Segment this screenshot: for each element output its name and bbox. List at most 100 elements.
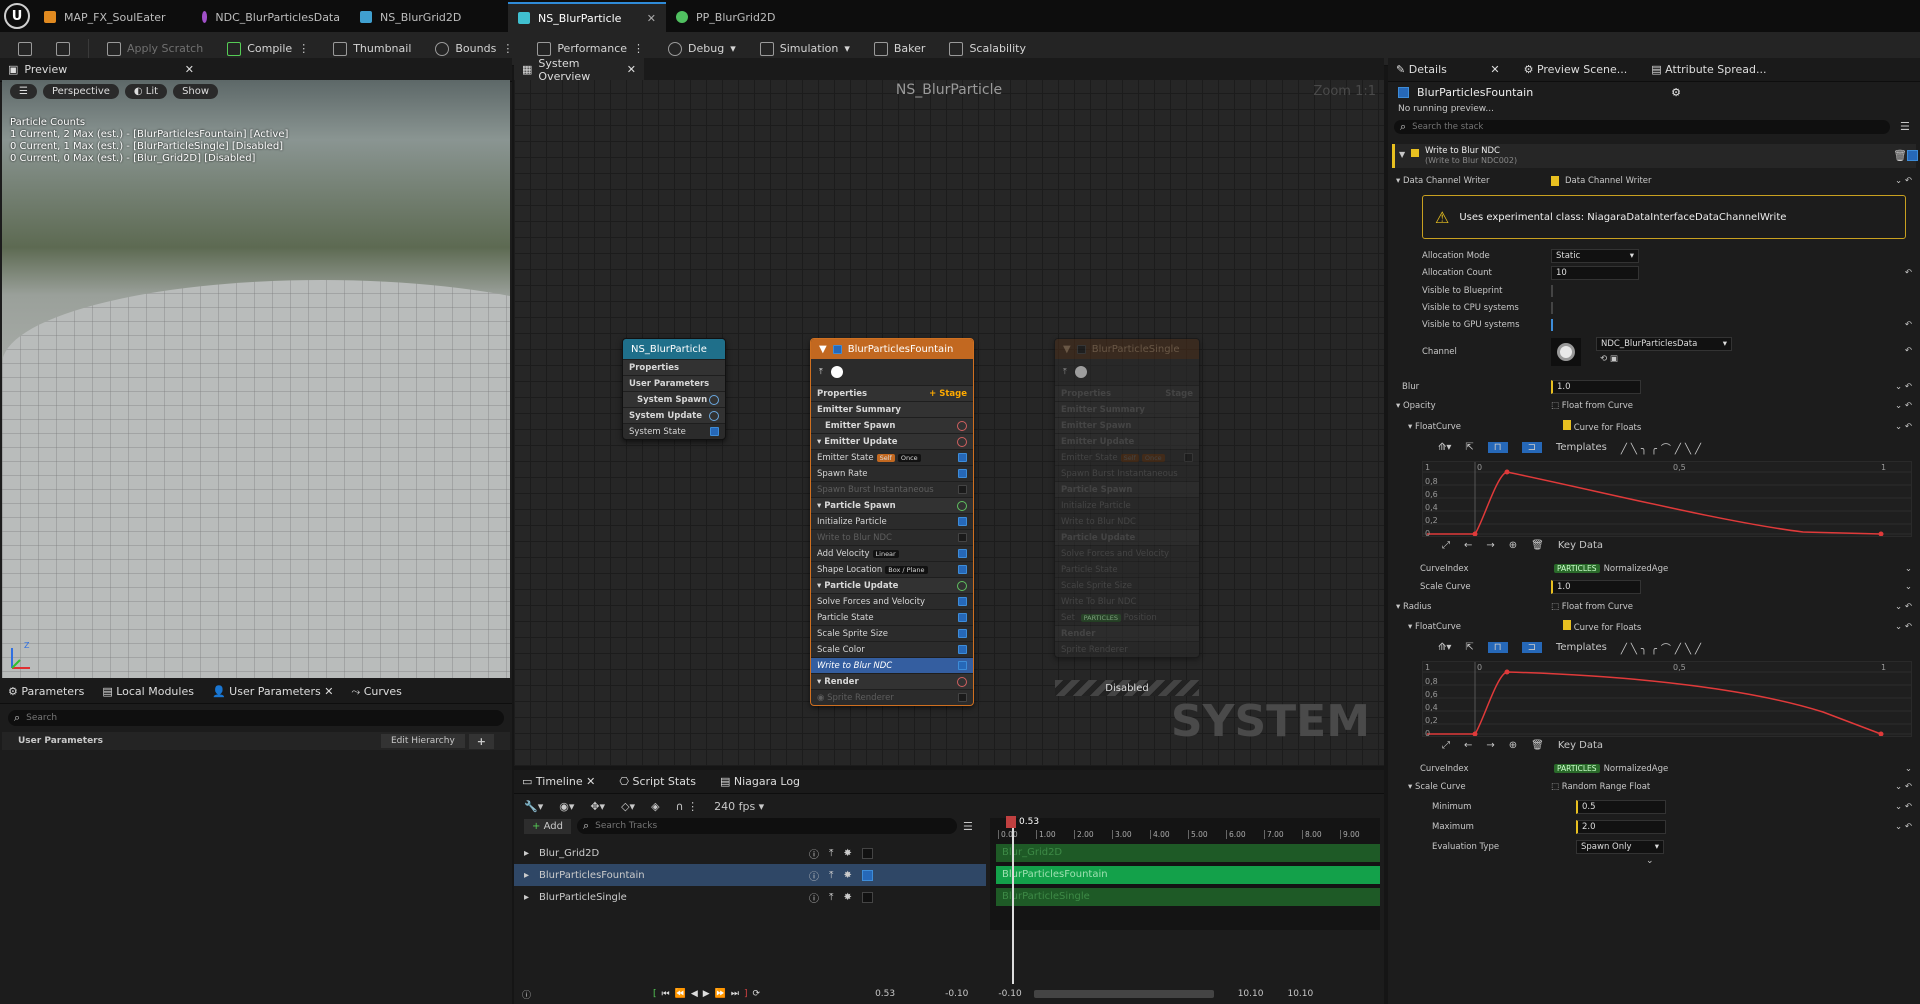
tab-ns-grid[interactable]: NS_BlurGrid2D [350, 2, 508, 32]
isolate-icon[interactable]: ✸ [843, 848, 851, 859]
info-icon[interactable]: ⓘ [809, 846, 819, 861]
track-bar[interactable]: BlurParticleSingle [996, 888, 1380, 906]
preview-viewport[interactable]: ☰ Perspective ◐ Lit Show Particle Counts… [2, 80, 510, 678]
filter-icon[interactable]: ☰ [963, 820, 973, 833]
tab-details[interactable]: ✎ Details ✕ [1396, 63, 1500, 76]
maximum-input[interactable]: 2.0 [1576, 819, 1666, 834]
opacity-row[interactable]: ▾ Opacity ⬚ Float from Curve ⌄ ↶ [1388, 397, 1920, 414]
add-module-icon[interactable] [957, 580, 967, 591]
tab-niagara-log[interactable]: ▤ Niagara Log [720, 775, 800, 788]
expand-icon[interactable]: ▸ [524, 848, 529, 859]
single-particle-update-row[interactable]: Particle Update [1055, 529, 1199, 545]
system-update-row[interactable]: System Update [623, 407, 725, 423]
add-key-icon[interactable]: ⊕ [1509, 740, 1517, 751]
tab-preview-scene[interactable]: ⚙ Preview Scene... [1524, 63, 1628, 76]
magnet-icon[interactable]: ∩ ⋮ [676, 800, 699, 813]
tab-user-parameters[interactable]: 👤 User Parameters ✕ [212, 685, 333, 698]
sprite-renderer-row[interactable]: ◉ Sprite Renderer [811, 689, 973, 705]
stack-search-input[interactable] [1412, 122, 1853, 132]
channel-thumbnail[interactable] [1551, 338, 1581, 366]
module-enabled-checkbox[interactable] [1907, 150, 1918, 161]
track-row[interactable]: ▸ Blur_Grid2D ⓘ ⤒ ✸ [514, 842, 986, 864]
expand-icon[interactable]: ⤢ [1442, 740, 1450, 751]
particle-update-row[interactable]: ▾ Particle Update [811, 577, 973, 593]
tab-local-modules[interactable]: ▤ Local Modules [102, 685, 194, 698]
initialize-particle-row[interactable]: Initialize Particle [811, 513, 973, 529]
tab-timeline[interactable]: ▭ Timeline ✕ [522, 775, 595, 788]
open-curve-icon[interactable]: ⇱ [1465, 442, 1473, 453]
tab-map[interactable]: MAP_FX_SoulEater [34, 2, 192, 32]
emitter-enabled-checkbox[interactable] [1076, 344, 1086, 354]
info-icon[interactable]: ⓘ [522, 988, 531, 1001]
range-end-view[interactable]: 10.10 [1238, 989, 1264, 999]
info-icon[interactable]: ⓘ [809, 890, 819, 905]
single-emitter-summary-row[interactable]: Emitter Summary [1055, 401, 1199, 417]
spawn-rate-row[interactable]: Spawn Rate [811, 465, 973, 481]
emitter-enabled-checkbox[interactable] [1398, 87, 1409, 98]
chevron-down-icon[interactable]: ⌄ [1646, 856, 1654, 866]
single-emitter-spawn-row[interactable]: Emitter Spawn [1055, 417, 1199, 433]
gear-icon[interactable]: ⚙ [1671, 86, 1681, 99]
single-particle-spawn-row[interactable]: Particle Spawn [1055, 481, 1199, 497]
close-tab-icon[interactable]: ✕ [647, 12, 656, 25]
collapse-icon[interactable]: ▼ [1399, 150, 1405, 159]
single-set-position-row[interactable]: Set PARTICLES Position [1055, 609, 1199, 625]
system-node[interactable]: NS_BlurParticle Properties User Paramete… [622, 338, 726, 440]
open-curve-icon[interactable]: ⇱ [1465, 642, 1473, 653]
arrow-right-icon[interactable]: → [1486, 740, 1494, 751]
visible-cpu-checkbox[interactable] [1551, 301, 1553, 314]
add-key-icon[interactable]: ⊕ [1509, 540, 1517, 551]
arrow-left-icon[interactable]: ← [1464, 740, 1472, 751]
allocation-mode-select[interactable]: Static ▾ [1551, 248, 1639, 263]
system-spawn-row[interactable]: System Spawn [623, 391, 725, 407]
close-icon[interactable]: ✕ [185, 63, 194, 76]
range-start[interactable]: -0.10 [945, 989, 968, 999]
particle-state-row[interactable]: Particle State [811, 609, 973, 625]
system-user-params-row[interactable]: User Parameters [623, 375, 725, 391]
single-sprite-renderer-row[interactable]: Sprite Renderer [1055, 641, 1199, 657]
reset-icon[interactable]: ↶ [1905, 346, 1912, 356]
expand-icon[interactable]: ▸ [524, 870, 529, 881]
blur-input[interactable]: 1.0 [1551, 379, 1641, 394]
track-search-input[interactable] [595, 821, 926, 831]
arrow-right-icon[interactable]: → [1486, 540, 1494, 551]
expand-icon[interactable]: ▸ [524, 892, 529, 903]
emitter-enabled-checkbox[interactable] [832, 344, 842, 354]
add-velocity-row[interactable]: Add Velocity Linear [811, 545, 973, 561]
minimum-input[interactable]: 0.5 [1576, 799, 1666, 814]
single-render-row[interactable]: Render [1055, 625, 1199, 641]
system-overview-graph[interactable]: NS_BlurParticle Zoom 1:1 SYSTEM NS_BlurP… [514, 80, 1384, 766]
pin-icon[interactable]: ⤒ [829, 892, 833, 903]
track-enabled-checkbox[interactable] [861, 869, 873, 881]
emitter-spawn-row[interactable]: Emitter Spawn [811, 417, 973, 433]
add-module-icon[interactable] [957, 420, 967, 431]
emitter-node-title[interactable]: ▼ BlurParticleSingle [1055, 339, 1199, 359]
system-properties-row[interactable]: Properties [623, 359, 725, 375]
delete-icon[interactable]: 🗑 [1531, 740, 1544, 751]
pin-icon[interactable]: ⤒ [829, 870, 833, 881]
scale-sprite-size-row[interactable]: Scale Sprite Size [811, 625, 973, 641]
data-channel-writer-row[interactable]: ▾ Data Channel Writer Data Channel Writer… [1388, 172, 1920, 189]
tab-ndc[interactable]: NDC_BlurParticlesData [192, 2, 350, 32]
track-enabled-checkbox[interactable] [861, 891, 873, 903]
preview-tab[interactable]: ▣ Preview ✕ [0, 58, 512, 82]
add-parameter-button[interactable]: + [468, 733, 494, 749]
parameters-search[interactable]: ⌕ [8, 710, 504, 726]
particle-spawn-row[interactable]: ▾ Particle Spawn [811, 497, 973, 513]
reset-icon[interactable]: ↶ [1905, 320, 1912, 330]
expand-icon[interactable]: ⤢ [1442, 540, 1450, 551]
scale-color-row[interactable]: Scale Color [811, 641, 973, 657]
filter-icon[interactable]: ☰ [1900, 120, 1910, 133]
playhead-line[interactable] [1012, 816, 1014, 984]
allocation-count-input[interactable]: 10 [1551, 265, 1639, 280]
add-renderer-icon[interactable] [957, 676, 967, 687]
close-icon[interactable]: ✕ [627, 63, 636, 76]
wrench-icon[interactable]: 🔧▾ [524, 800, 543, 813]
single-emitter-state-row[interactable]: Emitter State Self Once [1055, 449, 1199, 465]
collapse-icon[interactable]: ▼ [1063, 344, 1071, 355]
radius-curve-editor[interactable]: 1 0,8 0,6 0,4 0,2 0 0 0,5 1 [1422, 661, 1912, 737]
track-bar[interactable]: Blur_Grid2D [996, 844, 1380, 862]
emitter-properties-row[interactable]: Properties + Stage [811, 385, 973, 401]
browse-icon[interactable]: ⟲ ▣ [1600, 354, 1618, 364]
collapse-icon[interactable]: ▼ [819, 344, 827, 355]
